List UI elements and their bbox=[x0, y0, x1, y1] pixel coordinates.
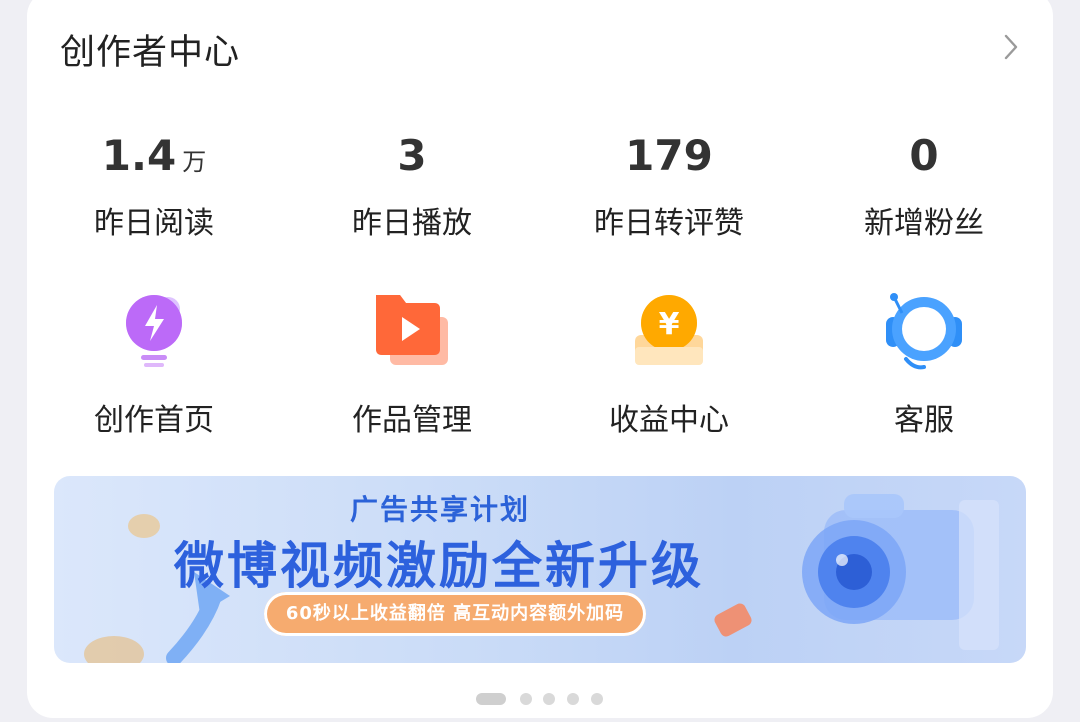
stat-label: 昨日转评赞 bbox=[594, 206, 744, 241]
chevron-right-icon[interactable] bbox=[997, 33, 1025, 61]
stat-value: 3 bbox=[397, 131, 427, 180]
tool-label: 客服 bbox=[894, 403, 954, 438]
ad-sharing-banner[interactable]: 广告共享计划 微博视频激励全新升级 60秒以上收益翻倍 高互动内容额外加码 bbox=[54, 476, 1026, 663]
stat-value: 179 bbox=[625, 131, 713, 180]
svg-text:¥: ¥ bbox=[659, 307, 680, 342]
tool-earnings-center[interactable]: ¥ 收益中心 bbox=[569, 283, 769, 439]
stat-label: 昨日播放 bbox=[352, 206, 472, 241]
card-title[interactable]: 创作者中心 bbox=[60, 24, 240, 75]
pagination-dot[interactable] bbox=[520, 693, 532, 705]
stat-unit: 万 bbox=[182, 148, 207, 176]
banner-headline: 微博视频激励全新升级 bbox=[174, 537, 704, 595]
headset-icon bbox=[886, 293, 962, 370]
pagination-dot-active[interactable] bbox=[476, 693, 506, 705]
stat-label: 昨日阅读 bbox=[94, 206, 214, 241]
stat-new-followers[interactable]: 0 新增粉丝 bbox=[824, 130, 1024, 242]
video-folder-icon bbox=[376, 295, 448, 365]
stat-label: 新增粉丝 bbox=[864, 206, 984, 241]
tool-customer-service[interactable]: 客服 bbox=[824, 283, 1024, 439]
stat-yesterday-engagement[interactable]: 179 昨日转评赞 bbox=[569, 130, 769, 242]
pagination-dot[interactable] bbox=[591, 693, 603, 705]
stat-yesterday-plays[interactable]: 3 昨日播放 bbox=[312, 130, 512, 242]
yuan-coin-icon: ¥ bbox=[635, 295, 703, 365]
stat-yesterday-reads[interactable]: 1.4 万 昨日阅读 bbox=[54, 130, 254, 242]
tool-label: 作品管理 bbox=[352, 403, 472, 438]
tool-label: 创作首页 bbox=[94, 403, 214, 438]
pagination-dot[interactable] bbox=[543, 693, 555, 705]
camera-illustration bbox=[802, 494, 999, 650]
banner-pill: 60秒以上收益翻倍 高互动内容额外加码 bbox=[264, 592, 646, 636]
banner-kicker: 广告共享计划 bbox=[350, 493, 531, 526]
lightbulb-icon bbox=[126, 295, 182, 367]
pagination-dot[interactable] bbox=[567, 693, 579, 705]
tool-creation-home[interactable]: 创作首页 bbox=[54, 283, 254, 439]
creator-center-card: 创作者中心 1.4 万 昨日阅读 3 昨日播放 179 昨日转评赞 0 新增粉丝 … bbox=[27, 0, 1053, 718]
tool-works-management[interactable]: 作品管理 bbox=[312, 283, 512, 439]
stat-value: 1.4 万 bbox=[101, 131, 207, 180]
tool-label: 收益中心 bbox=[609, 403, 729, 438]
stat-value: 0 bbox=[909, 131, 939, 180]
